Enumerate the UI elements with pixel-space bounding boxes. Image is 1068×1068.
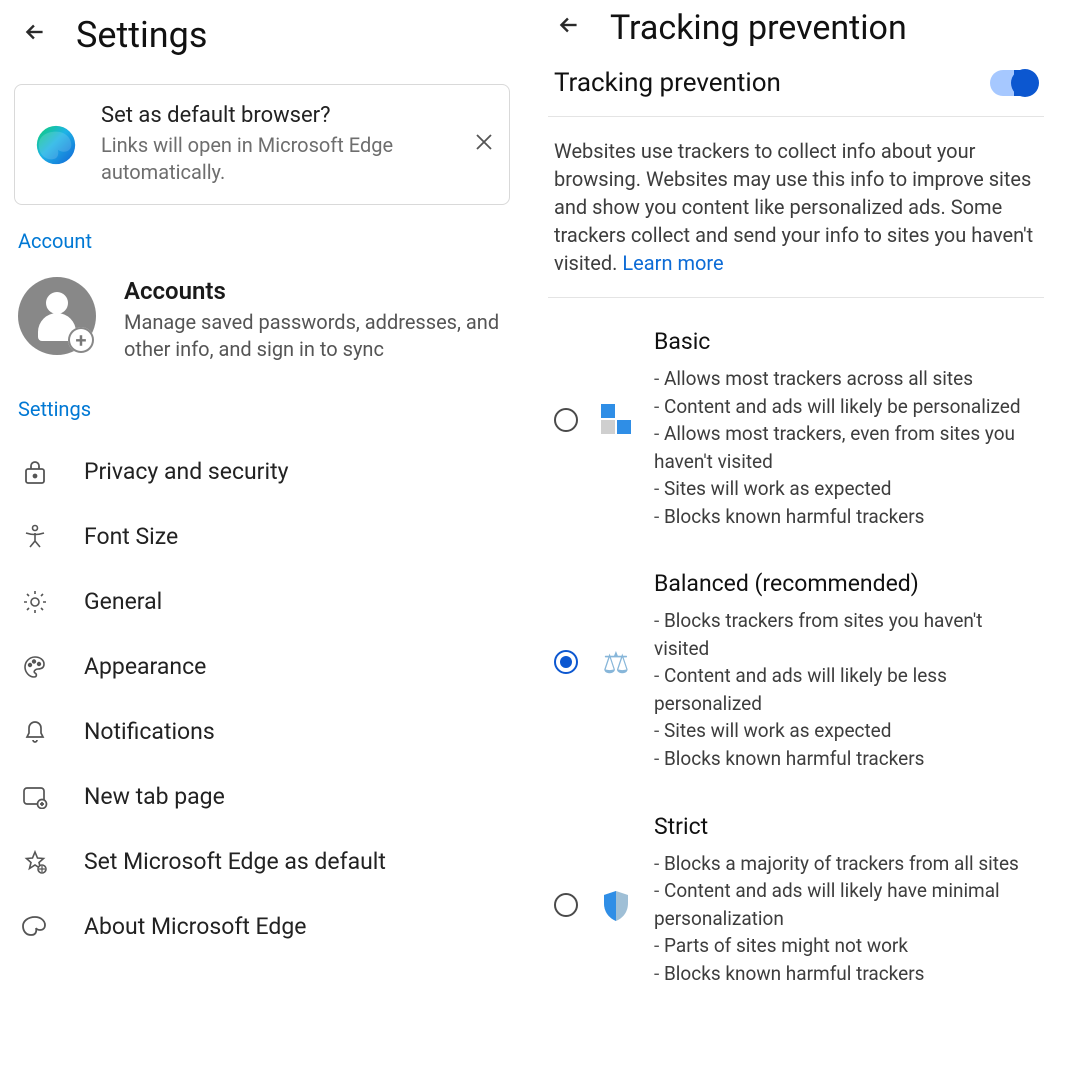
option-balanced-body: Balanced (recommended) Blocks trackers f… (654, 570, 1038, 772)
back-icon[interactable] (22, 19, 48, 52)
accessibility-icon (20, 524, 50, 550)
option-bullets: Blocks a majority of trackers from all s… (654, 850, 1038, 988)
lock-icon (20, 459, 50, 485)
radio-balanced[interactable] (554, 650, 578, 674)
edge-logo-icon (33, 122, 79, 168)
new-tab-icon (20, 785, 50, 809)
tracking-toggle-label: Tracking prevention (554, 68, 781, 98)
accounts-row[interactable]: + Accounts Manage saved passwords, addre… (14, 271, 510, 391)
close-icon[interactable] (475, 132, 493, 157)
settings-item-notifications[interactable]: Notifications (14, 699, 510, 764)
option-bullets: Allows most trackers across all sites Co… (654, 365, 1038, 530)
tracking-toggle[interactable] (990, 70, 1038, 96)
section-account-label: Account (18, 229, 506, 253)
default-browser-subtitle: Links will open in Microsoft Edge automa… (101, 132, 453, 186)
bullet: Blocks known harmful trackers (654, 503, 1038, 531)
settings-item-label: New tab page (84, 783, 225, 810)
settings-item-privacy[interactable]: Privacy and security (14, 439, 510, 504)
settings-item-general[interactable]: General (14, 569, 510, 634)
option-strict-body: Strict Blocks a majority of trackers fro… (654, 813, 1038, 988)
tracking-prevention-panel: Tracking prevention Tracking prevention … (534, 0, 1068, 1068)
default-browser-body: Set as default browser? Links will open … (101, 103, 453, 186)
bullet: Content and ads will likely be less pers… (654, 662, 1038, 717)
settings-header: Settings (14, 0, 510, 80)
settings-item-label: About Microsoft Edge (84, 913, 307, 940)
option-title: Basic (654, 328, 1038, 355)
tracking-options: Basic Allows most trackers across all si… (548, 298, 1044, 987)
option-basic[interactable]: Basic Allows most trackers across all si… (548, 328, 1044, 530)
accounts-title: Accounts (124, 277, 506, 305)
accounts-desc: Manage saved passwords, addresses, and o… (124, 309, 506, 363)
default-browser-title: Set as default browser? (101, 103, 453, 128)
radio-strict[interactable] (554, 893, 578, 917)
settings-item-newtab[interactable]: New tab page (14, 764, 510, 829)
option-balanced[interactable]: ⚖ Balanced (recommended) Blocks trackers… (548, 570, 1044, 772)
bullet: Blocks known harmful trackers (654, 960, 1038, 988)
shield-icon (596, 889, 636, 923)
bullet: Sites will work as expected (654, 717, 1038, 745)
learn-more-link[interactable]: Learn more (622, 251, 723, 275)
star-gear-icon (20, 849, 50, 875)
default-browser-card[interactable]: Set as default browser? Links will open … (14, 84, 510, 205)
settings-item-label: Font Size (84, 523, 178, 550)
bullet: Allows most trackers across all sites (654, 365, 1038, 393)
option-title: Strict (654, 813, 1038, 840)
settings-item-about[interactable]: About Microsoft Edge (14, 894, 510, 959)
settings-item-set-default[interactable]: Set Microsoft Edge as default (14, 829, 510, 894)
settings-item-label: Notifications (84, 718, 215, 745)
radio-basic[interactable] (554, 408, 578, 432)
bullet: Sites will work as expected (654, 475, 1038, 503)
bullet: Allows most trackers, even from sites yo… (654, 420, 1038, 475)
section-settings-label: Settings (18, 397, 506, 421)
option-title: Balanced (recommended) (654, 570, 1038, 597)
settings-list: Privacy and security Font Size General A… (14, 439, 510, 959)
avatar-icon: + (18, 277, 96, 355)
accounts-body: Accounts Manage saved passwords, address… (124, 277, 506, 363)
bullet: Content and ads will likely have minimal… (654, 877, 1038, 932)
settings-item-label: Appearance (84, 653, 206, 680)
edge-icon (20, 914, 50, 940)
bullet: Blocks a majority of trackers from all s… (654, 850, 1038, 878)
tracking-header: Tracking prevention (548, 0, 1044, 58)
settings-item-label: Privacy and security (84, 458, 288, 485)
basic-icon (596, 404, 636, 434)
back-icon[interactable] (556, 12, 582, 45)
tracking-toggle-row: Tracking prevention (548, 58, 1044, 117)
settings-panel: Settings Set as default browser? Links w… (0, 0, 534, 1068)
page-title: Tracking prevention (610, 8, 907, 48)
bullet: Blocks known harmful trackers (654, 745, 1038, 773)
palette-icon (20, 654, 50, 680)
bullet: Content and ads will likely be personali… (654, 393, 1038, 421)
option-strict[interactable]: Strict Blocks a majority of trackers fro… (548, 813, 1044, 988)
option-basic-body: Basic Allows most trackers across all si… (654, 328, 1038, 530)
bell-icon (20, 719, 50, 745)
bullet: Parts of sites might not work (654, 932, 1038, 960)
tracking-description: Websites use trackers to collect info ab… (548, 117, 1044, 298)
settings-item-label: General (84, 588, 162, 615)
option-bullets: Blocks trackers from sites you haven't v… (654, 607, 1038, 772)
scales-icon: ⚖ (596, 646, 636, 681)
page-title: Settings (76, 14, 207, 56)
settings-item-label: Set Microsoft Edge as default (84, 848, 386, 875)
gear-icon (20, 589, 50, 615)
settings-item-appearance[interactable]: Appearance (14, 634, 510, 699)
bullet: Blocks trackers from sites you haven't v… (654, 607, 1038, 662)
settings-item-font[interactable]: Font Size (14, 504, 510, 569)
